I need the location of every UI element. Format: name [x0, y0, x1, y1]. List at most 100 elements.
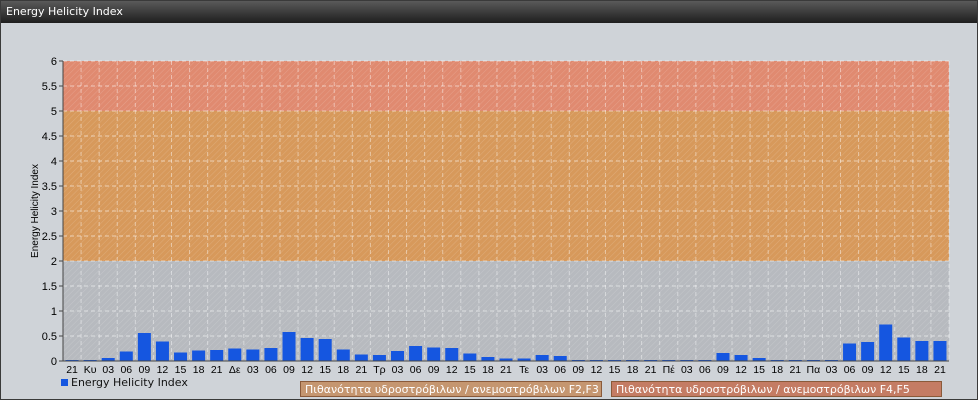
- x-tick-label: 09: [283, 364, 295, 376]
- bar-26: [535, 355, 549, 361]
- x-tick-label: 21: [934, 364, 946, 376]
- y-tick-label: 5: [51, 106, 57, 118]
- x-tick-label: 21: [356, 364, 368, 376]
- y-tick-label: 2: [51, 256, 57, 268]
- bar-13: [300, 338, 314, 361]
- y-tick-label: 4.5: [42, 131, 57, 143]
- x-tick-label: 15: [753, 364, 765, 376]
- y-tick-label: 2.5: [42, 231, 57, 243]
- x-tick-label: 06: [120, 364, 132, 376]
- bar-21: [445, 348, 459, 361]
- bar-4: [137, 333, 151, 361]
- x-tick-label: 12: [446, 364, 458, 376]
- x-tick-label: 03: [826, 364, 838, 376]
- bar-5: [155, 341, 169, 361]
- x-tick-label: 12: [591, 364, 603, 376]
- x-tick-label: 21: [66, 364, 78, 376]
- band-label-f2f3: Πιθανότητα υδροστρόβιλων / ανεμοστρόβιλω…: [300, 381, 602, 397]
- bar-17: [372, 355, 386, 361]
- bar-20: [427, 347, 441, 361]
- bar-9: [228, 348, 242, 361]
- legend-label: Energy Helicity Index: [71, 376, 188, 389]
- y-tick-label: 3.5: [42, 181, 57, 193]
- y-tick-label: 6: [51, 56, 57, 68]
- y-tick-label: 5.5: [42, 81, 57, 93]
- y-tick-label: 4: [51, 156, 57, 168]
- x-tick-label: 09: [862, 364, 874, 376]
- x-tick-label: 15: [609, 364, 621, 376]
- x-tick-label: 21: [211, 364, 223, 376]
- window-title: Energy Helicity Index: [1, 1, 977, 23]
- bar-27: [553, 356, 567, 361]
- bar-16: [354, 354, 368, 361]
- bar-37: [734, 355, 748, 361]
- x-tick-label: 21: [500, 364, 512, 376]
- x-tick-label: 21: [789, 364, 801, 376]
- bar-23: [481, 357, 495, 361]
- x-tick-label: 06: [699, 364, 711, 376]
- x-tick-label: 03: [681, 364, 693, 376]
- bar-12: [282, 332, 296, 361]
- x-tick-label: 21: [645, 364, 657, 376]
- bar-19: [409, 346, 423, 361]
- bar-45: [879, 324, 893, 361]
- chart-legend: Energy Helicity Index: [61, 376, 188, 389]
- legend-swatch: [61, 379, 68, 386]
- x-tick-label: 09: [572, 364, 584, 376]
- x-tick-label: 09: [139, 364, 151, 376]
- x-tick-label: 06: [844, 364, 856, 376]
- x-tick-label: 09: [428, 364, 440, 376]
- bar-14: [318, 339, 332, 361]
- bar-47: [915, 341, 929, 361]
- y-axis-label: Energy Helicity Index: [30, 164, 41, 258]
- bar-7: [192, 350, 206, 361]
- x-tick-label: 12: [157, 364, 169, 376]
- y-tick-label: 3: [51, 206, 57, 218]
- x-tick-label: Δε: [229, 364, 241, 376]
- x-tick-label: 15: [319, 364, 331, 376]
- x-tick-label: 12: [735, 364, 747, 376]
- bar-6: [174, 352, 188, 361]
- bar-43: [843, 343, 857, 361]
- bar-36: [716, 353, 730, 361]
- x-tick-label: 18: [193, 364, 205, 376]
- y-tick-label: 1.5: [42, 281, 57, 293]
- x-tick-label: 18: [627, 364, 639, 376]
- bar-11: [264, 348, 278, 361]
- bar-44: [861, 342, 875, 361]
- x-tick-label: 06: [265, 364, 277, 376]
- bar-3: [119, 351, 133, 361]
- ehi-chart: 0 0.5 1 1.5 2 2.5 3 3.5 4 4.5 5 5.5 6 21 Κυ 03 06 09 12 15 1…: [30, 56, 950, 376]
- x-tick-label: Πα: [807, 364, 821, 376]
- x-tick-label: 03: [392, 364, 404, 376]
- bar-48: [933, 341, 947, 361]
- x-tick-label: 03: [536, 364, 548, 376]
- x-tick-label: 18: [482, 364, 494, 376]
- x-tick-label: 12: [301, 364, 313, 376]
- y-tick-label: 1: [51, 306, 57, 318]
- band-label-f4f5: Πιθανότητα υδροστρόβιλων / ανεμοστρόβιλω…: [611, 381, 942, 397]
- x-tick-label: 18: [337, 364, 349, 376]
- x-tick-label: Τρ: [373, 364, 385, 376]
- x-tick-label: 06: [410, 364, 422, 376]
- y-tick-label: 0: [51, 356, 57, 368]
- x-tick-label: 18: [916, 364, 928, 376]
- x-tick-label: 15: [464, 364, 476, 376]
- bar-10: [246, 349, 260, 361]
- x-tick-label: Τε: [519, 364, 529, 376]
- x-tick-label: 15: [898, 364, 910, 376]
- x-tick-label: Πέ: [663, 364, 676, 376]
- x-tick-label: 03: [102, 364, 114, 376]
- bar-46: [897, 337, 911, 361]
- x-tick-label: 18: [771, 364, 783, 376]
- x-tick-label: 09: [717, 364, 729, 376]
- bar-18: [391, 351, 405, 361]
- x-tick-label: 15: [175, 364, 187, 376]
- bar-8: [210, 350, 224, 361]
- bar-22: [463, 353, 477, 361]
- bar-15: [336, 349, 350, 361]
- x-tick-label: 12: [880, 364, 892, 376]
- y-tick-label: 0.5: [42, 331, 57, 343]
- x-tick-label: Κυ: [84, 364, 97, 376]
- chart-window: Energy Helicity Index 0 0.5 1 1.5 2 2.5 3 3.5 4 4…: [0, 0, 978, 400]
